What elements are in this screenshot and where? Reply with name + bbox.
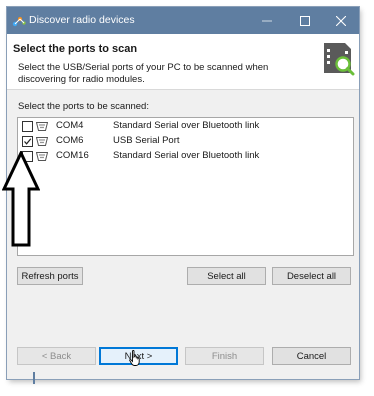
serial-port-icon <box>36 137 48 146</box>
select-all-button[interactable]: Select all <box>187 267 266 285</box>
maximize-icon <box>300 15 310 26</box>
port-row-com6[interactable]: COM6 USB Serial Port <box>18 134 351 149</box>
close-button[interactable] <box>323 7 359 34</box>
device-search-icon <box>324 43 355 76</box>
finish-button[interactable]: Finish <box>185 347 264 365</box>
discover-dialog: Discover radio devices Select the ports … <box>7 7 359 379</box>
port-list[interactable]: COM4 Standard Serial over Bluetooth link… <box>17 117 354 256</box>
port-checkbox[interactable] <box>22 136 33 147</box>
port-name: COM16 <box>56 150 89 161</box>
page-description: Select the USB/Serial ports of your PC t… <box>18 62 269 85</box>
hand-cursor-icon <box>129 350 140 366</box>
port-name: COM6 <box>56 135 84 146</box>
minimize-button[interactable] <box>249 7 285 34</box>
port-checkbox[interactable] <box>22 121 33 132</box>
background-window-edge <box>33 372 35 384</box>
title-bar[interactable]: Discover radio devices <box>7 7 359 34</box>
deselect-all-button[interactable]: Deselect all <box>272 267 351 285</box>
port-name: COM4 <box>56 120 84 131</box>
checkmark-icon <box>24 138 32 145</box>
radio-app-icon <box>12 17 26 27</box>
window-title: Discover radio devices <box>29 14 135 26</box>
close-icon <box>336 15 346 26</box>
port-description: Standard Serial over Bluetooth link <box>113 120 260 131</box>
wizard-header: Select the ports to scan Select the USB/… <box>7 34 359 90</box>
port-description: Standard Serial over Bluetooth link <box>113 150 260 161</box>
port-row-com4[interactable]: COM4 Standard Serial over Bluetooth link <box>18 119 351 134</box>
cancel-button[interactable]: Cancel <box>272 347 351 365</box>
page-title: Select the ports to scan <box>13 43 138 55</box>
serial-port-icon <box>36 122 48 131</box>
back-button[interactable]: < Back <box>17 347 96 365</box>
refresh-ports-button[interactable]: Refresh ports <box>17 267 83 285</box>
minimize-icon <box>262 20 272 21</box>
port-description: USB Serial Port <box>113 135 180 146</box>
port-row-com16[interactable]: COM16 Standard Serial over Bluetooth lin… <box>18 149 351 164</box>
up-arrow-annotation-icon <box>2 151 40 247</box>
ports-label: Select the ports to be scanned: <box>18 101 149 112</box>
maximize-button[interactable] <box>287 7 323 34</box>
